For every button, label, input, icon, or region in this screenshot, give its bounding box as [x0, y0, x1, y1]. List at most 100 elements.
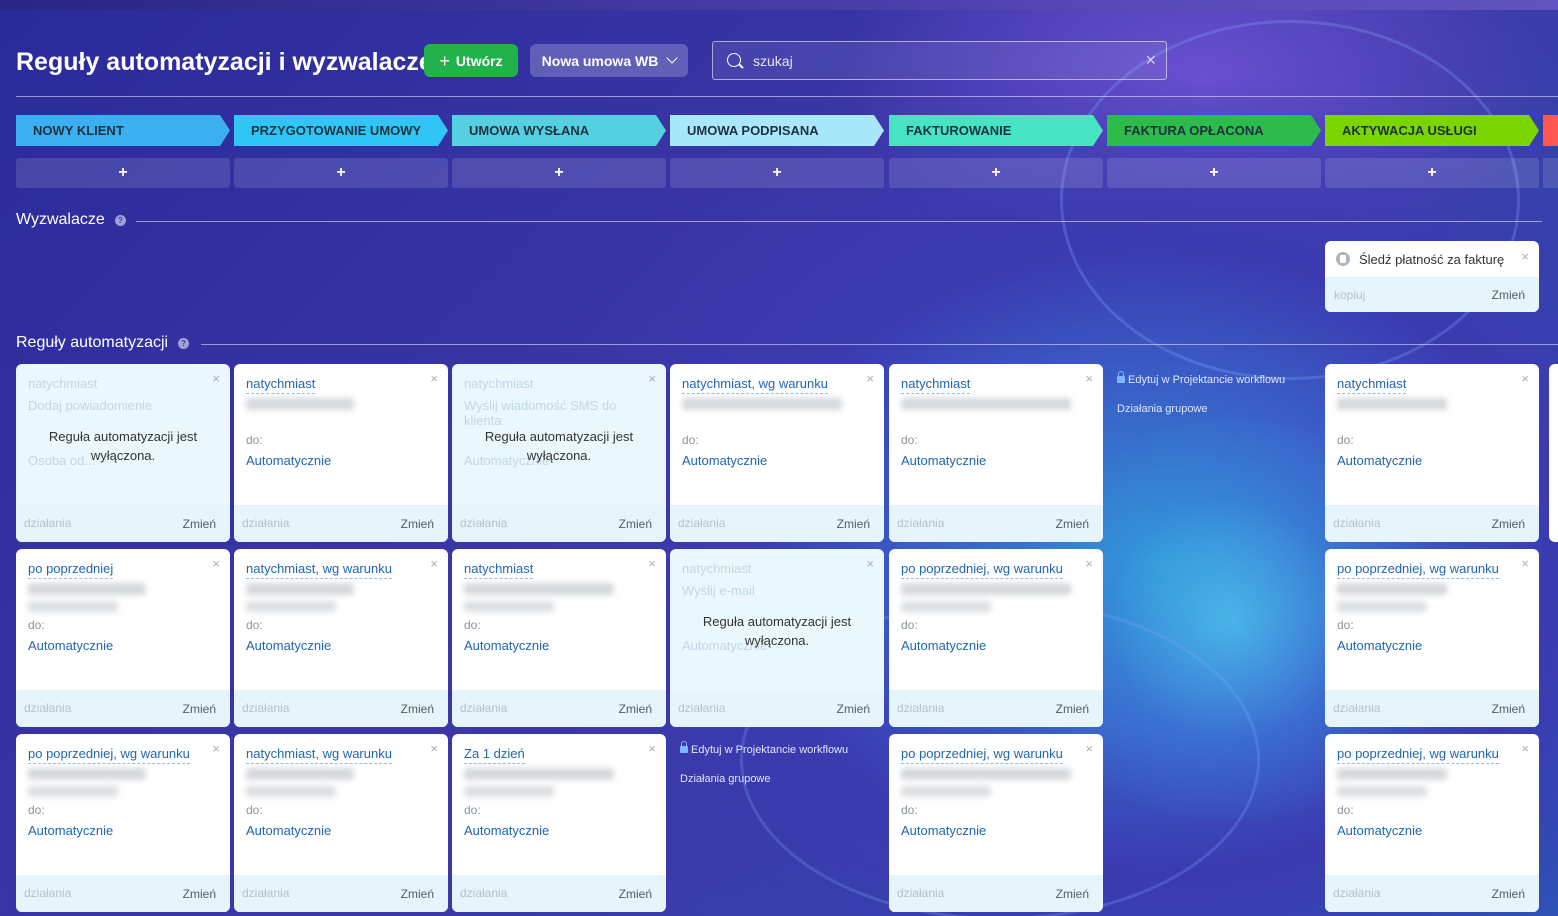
close-icon[interactable]: × — [866, 372, 874, 385]
rule-target-value[interactable]: Automatycznie — [682, 453, 767, 468]
change-link[interactable]: Zmień — [1056, 887, 1089, 901]
rule-card[interactable]: natychmiast Wyślij e-mail Automatycznie Reg… — [670, 549, 884, 727]
close-icon[interactable]: × — [648, 742, 656, 755]
close-icon[interactable]: × — [212, 372, 220, 385]
rule-timing[interactable]: po poprzedniej, wg warunku — [1337, 746, 1499, 764]
rule-actions-link[interactable]: działania — [897, 886, 944, 900]
rule-actions-link[interactable]: działania — [242, 886, 289, 900]
create-button[interactable]: + Utwórz — [424, 44, 518, 77]
rule-timing[interactable]: natychmiast — [1337, 376, 1407, 394]
rule-timing[interactable]: natychmiast, wg warunku — [682, 376, 828, 394]
rule-actions-link[interactable]: działania — [24, 516, 71, 530]
clear-search-icon[interactable]: × — [1145, 51, 1156, 69]
stage-4[interactable]: UMOWA PODPISANA — [670, 115, 884, 146]
close-icon[interactable]: × — [430, 372, 438, 385]
rule-target-value[interactable]: Automatycznie — [464, 823, 549, 838]
change-link[interactable]: Zmień — [619, 702, 652, 716]
rule-actions-link[interactable]: działania — [1333, 516, 1380, 530]
rule-target-value[interactable]: Automatycznie — [28, 638, 113, 653]
rule-actions-link[interactable]: działania — [897, 701, 944, 715]
stage-7[interactable]: AKTYWACJA USŁUGI — [1325, 115, 1539, 146]
rule-target-value[interactable]: Automatycznie — [28, 823, 113, 838]
close-icon[interactable]: × — [1521, 249, 1529, 264]
stage-1[interactable]: NOWY KLIENT — [16, 115, 230, 146]
rule-target-value[interactable]: Automatycznie — [246, 453, 331, 468]
change-link[interactable]: Zmień — [619, 887, 652, 901]
add-rule-button[interactable]: + — [16, 158, 230, 188]
stage-3[interactable]: UMOWA WYSŁANA — [452, 115, 666, 146]
rule-target-value[interactable]: Automatycznie — [246, 823, 331, 838]
add-rule-button[interactable]: + — [1107, 158, 1321, 188]
rule-actions-link[interactable]: działania — [460, 701, 507, 715]
close-icon[interactable]: × — [1521, 372, 1529, 385]
change-link[interactable]: Zmień — [619, 517, 652, 531]
close-icon[interactable]: × — [1085, 557, 1093, 570]
rule-actions-link[interactable]: działania — [460, 516, 507, 530]
search-input[interactable] — [753, 50, 1133, 72]
template-select[interactable]: Nowa umowa WB — [530, 44, 688, 77]
change-link[interactable]: Zmień — [837, 517, 870, 531]
add-rule-button[interactable]: + — [1325, 158, 1539, 188]
rule-card[interactable]: natychmiast do: Automatycznie × działania Zmi… — [889, 364, 1103, 542]
change-link[interactable]: Zmień — [183, 517, 216, 531]
change-link[interactable]: Zmień — [401, 702, 434, 716]
workflow-edit-link[interactable]: Edytuj w Projektancie workflowu — [1117, 371, 1285, 386]
close-icon[interactable]: × — [212, 557, 220, 570]
group-actions-link[interactable]: Działania grupowe — [680, 773, 848, 785]
rule-actions-link[interactable]: działania — [242, 516, 289, 530]
rule-actions-link[interactable]: działania — [460, 886, 507, 900]
rule-target-value[interactable]: Automatycznie — [1337, 638, 1422, 653]
rule-card[interactable]: natychmiast Dodaj powiadomienie Osoba od..… — [16, 364, 230, 542]
close-icon[interactable]: × — [648, 372, 656, 385]
help-icon[interactable]: ? — [114, 214, 126, 226]
rule-timing[interactable]: po poprzedniej, wg warunku — [901, 561, 1063, 579]
rule-card[interactable]: po poprzedniej, wg warunku do: Automatyczn… — [1325, 549, 1539, 727]
change-link[interactable]: Zmień — [1492, 517, 1525, 531]
rule-card[interactable]: po poprzedniej do: Automatycznie × działania… — [16, 549, 230, 727]
close-icon[interactable]: × — [648, 557, 656, 570]
rule-target-value[interactable]: Automatycznie — [901, 823, 986, 838]
rule-target-value[interactable]: Automatycznie — [464, 638, 549, 653]
help-icon[interactable]: ? — [178, 337, 190, 349]
rule-timing[interactable]: natychmiast — [246, 376, 316, 394]
change-link[interactable]: Zmień — [1492, 702, 1525, 716]
change-link[interactable]: Zmień — [837, 702, 870, 716]
rule-card[interactable]: natychmiast, wg warunku do: Automatycznie ×… — [234, 734, 448, 912]
rule-target-value[interactable]: Automatycznie — [1337, 453, 1422, 468]
workflow-edit-link[interactable]: Edytuj w Projektancie workflowu — [680, 741, 848, 756]
rule-actions-link[interactable]: działania — [24, 886, 71, 900]
rule-actions-link[interactable]: działania — [678, 701, 725, 715]
close-icon[interactable]: × — [430, 742, 438, 755]
rule-timing[interactable]: po poprzedniej, wg warunku — [1337, 561, 1499, 579]
rule-card[interactable]: natychmiast Wyślij wiadomość SMS do klien… — [452, 364, 666, 542]
group-actions-link[interactable]: Działania grupowe — [1117, 403, 1285, 415]
rule-card[interactable]: natychmiast do: Automatycznie × działania Zmi… — [1325, 364, 1539, 542]
rule-card[interactable]: natychmiast do: Automatycznie × działania Zmi… — [452, 549, 666, 727]
change-link[interactable]: Zmień — [401, 887, 434, 901]
close-icon[interactable]: × — [1521, 557, 1529, 570]
copy-link[interactable]: kopiuj — [1334, 288, 1365, 302]
rule-actions-link[interactable]: działania — [897, 516, 944, 530]
change-link[interactable]: Zmień — [183, 702, 216, 716]
rule-card[interactable]: Za 1 dzień do: Automatycznie × działania Zmie… — [452, 734, 666, 912]
stage-6[interactable]: FAKTURA OPŁACONA — [1107, 115, 1321, 146]
close-icon[interactable]: × — [430, 557, 438, 570]
close-icon[interactable]: × — [866, 557, 874, 570]
rule-target-value[interactable]: Automatycznie — [1337, 823, 1422, 838]
rule-actions-link[interactable]: działania — [24, 701, 71, 715]
stage-5[interactable]: FAKTUROWANIE — [889, 115, 1103, 146]
rule-actions-link[interactable]: działania — [1333, 886, 1380, 900]
close-icon[interactable]: × — [1085, 742, 1093, 755]
rule-card[interactable]: po poprzedniej, wg warunku do: Automatyczn… — [16, 734, 230, 912]
rule-actions-link[interactable]: działania — [678, 516, 725, 530]
stage-next-add[interactable] — [1543, 158, 1558, 188]
rule-actions-link[interactable]: działania — [1333, 701, 1380, 715]
rule-target-value[interactable]: Automatycznie — [246, 638, 331, 653]
rule-timing[interactable]: po poprzedniej — [28, 561, 114, 579]
rule-card[interactable]: natychmiast, wg warunku do: Automatycznie ×… — [670, 364, 884, 542]
change-link[interactable]: Zmień — [1492, 887, 1525, 901]
rule-card[interactable]: po poprzedniej, wg warunku do: Automatyczn… — [1325, 734, 1539, 912]
close-icon[interactable]: × — [1085, 372, 1093, 385]
rule-timing[interactable]: po poprzedniej, wg warunku — [901, 746, 1063, 764]
rule-card-partial[interactable] — [1549, 364, 1558, 542]
